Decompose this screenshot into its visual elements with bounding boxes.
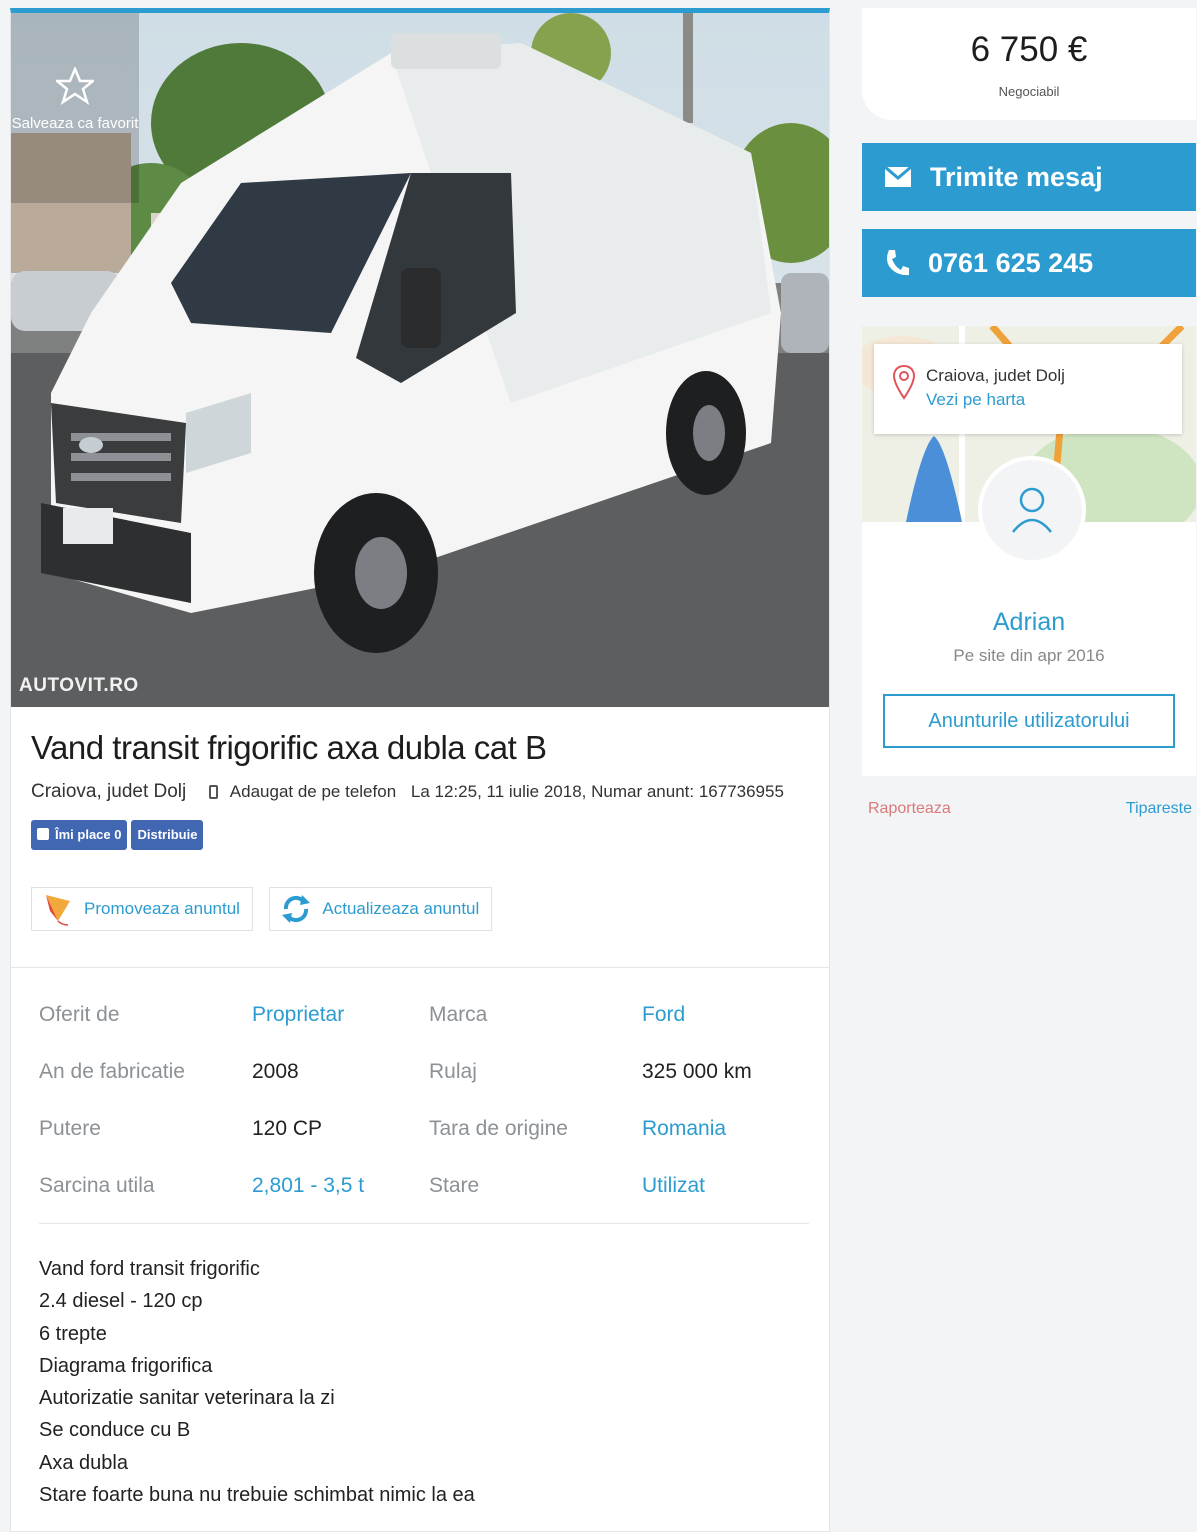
description-line: Stare foarte buna nu trebuie schimbat ni… (39, 1484, 475, 1507)
spec-row: An de fabricatie 2008 Rulaj 325 000 km (39, 1060, 809, 1117)
facebook-like-button[interactable]: Îmi place 0 (31, 820, 128, 850)
spec-value-link[interactable]: Proprietar (252, 1003, 344, 1027)
spec-label: Marca (429, 1003, 488, 1026)
spec-label: Oferit de (39, 1003, 120, 1026)
phone-button[interactable]: 0761 625 245 (862, 229, 1196, 297)
facebook-buttons: Îmi place 0 Distribuie (31, 820, 207, 850)
user-ads-button[interactable]: Anunturile utilizatorului (883, 694, 1175, 748)
spec-value-link[interactable]: Romania (642, 1117, 726, 1141)
description-line: Autorizatie sanitar veterinara la zi (39, 1387, 335, 1410)
map-city: Craiova, judet Dolj (926, 366, 1065, 385)
spec-label: Rulaj (429, 1060, 477, 1083)
thumbs-up-icon (37, 828, 49, 840)
specs-divider (39, 1223, 809, 1224)
envelope-icon (884, 166, 912, 187)
description-line: Se conduce cu B (39, 1419, 191, 1442)
phone-icon (887, 250, 909, 276)
spec-value-link[interactable]: Ford (642, 1003, 685, 1027)
listing-actions: Promoveaza anuntul Actualizeaza anuntul (31, 887, 504, 932)
listing-date: La 12:25, 11 iulie 2018, Numar anunt: 16… (410, 782, 784, 801)
description-line: Vand ford transit frigorific (39, 1258, 260, 1280)
mobile-phone-icon (208, 785, 218, 799)
listing-photo[interactable]: Salveaza ca favorit AUTOVIT.RO (11, 13, 829, 707)
spec-value-link[interactable]: 2,801 - 3,5 t (252, 1174, 364, 1198)
spec-label: Sarcina utila (39, 1174, 155, 1197)
spec-row: Oferit de Proprietar Marca Ford (39, 1003, 809, 1060)
listing-title: Vand transit frigorific axa dubla cat B (31, 729, 547, 766)
refresh-icon (282, 895, 311, 923)
description-line: Diagrama frigorifica (39, 1354, 213, 1377)
send-message-button[interactable]: Trimite mesaj (862, 143, 1196, 211)
spec-value: 325 000 km (642, 1060, 752, 1083)
map-location-card: Craiova, judet Dolj Vezi pe harta (874, 344, 1182, 434)
description-line: 2.4 diesel - 120 cp (39, 1290, 203, 1313)
spec-label: An de fabricatie (39, 1060, 185, 1083)
promote-label: Promoveaza anuntul (84, 899, 240, 918)
specs-table: Oferit de Proprietar Marca Ford An de fa… (39, 1003, 809, 1231)
favorite-label: Salveaza ca favorit (11, 115, 139, 132)
description-line: 6 trepte (39, 1322, 107, 1345)
favorite-button[interactable]: Salveaza ca favorit (11, 13, 139, 203)
spec-value: 120 CP (252, 1117, 323, 1140)
listing-location: Craiova, judet Dolj (31, 781, 187, 802)
user-icon (1012, 487, 1052, 533)
watermark: AUTOVIT.RO (19, 675, 139, 696)
facebook-share-button[interactable]: Distribuie (131, 820, 204, 850)
spec-label: Putere (39, 1117, 101, 1140)
section-divider (11, 967, 829, 968)
listing-description: Vand ford transit frigorific 2.4 diesel … (39, 1253, 475, 1511)
price: 6 750 € (970, 30, 1088, 69)
phone-number: 0761 625 245 (928, 247, 1094, 278)
description-line: Axa dubla (39, 1451, 128, 1474)
member-since: Pe site din apr 2016 (953, 646, 1105, 665)
seller-name[interactable]: Adrian (862, 608, 1196, 637)
location-pin-icon (892, 364, 916, 400)
kite-icon (46, 895, 70, 926)
report-link[interactable]: Raporteaza (868, 800, 951, 818)
spec-value: 2008 (252, 1060, 299, 1083)
see-on-map-link[interactable]: Vezi pe harta (926, 390, 1025, 410)
listing-meta: Craiova, judet Dolj Adaugat de pe telefo… (31, 781, 784, 803)
spec-row: Putere 120 CP Tara de origine Romania (39, 1117, 809, 1174)
price-box: 6 750 € Negociabil (862, 8, 1196, 120)
listing-panel: Salveaza ca favorit AUTOVIT.RO Vand tran… (10, 8, 830, 1532)
promote-button[interactable]: Promoveaza anuntul (31, 887, 253, 931)
refresh-button[interactable]: Actualizeaza anuntul (269, 887, 493, 931)
star-icon (56, 67, 94, 105)
added-from: Adaugat de pe telefon (229, 782, 397, 801)
spec-label: Tara de origine (429, 1117, 568, 1140)
negotiable-label: Negociabil (998, 84, 1060, 99)
refresh-label: Actualizeaza anuntul (322, 899, 480, 918)
print-link[interactable]: Tipareste (1126, 800, 1192, 818)
like-label: Îmi place 0 (55, 827, 122, 842)
avatar (978, 456, 1086, 564)
send-message-label: Trimite mesaj (930, 161, 1103, 192)
spec-label: Stare (429, 1174, 480, 1197)
seller-card: Craiova, judet Dolj Vezi pe harta Adrian… (862, 326, 1196, 776)
spec-value-link[interactable]: Utilizat (642, 1174, 705, 1198)
